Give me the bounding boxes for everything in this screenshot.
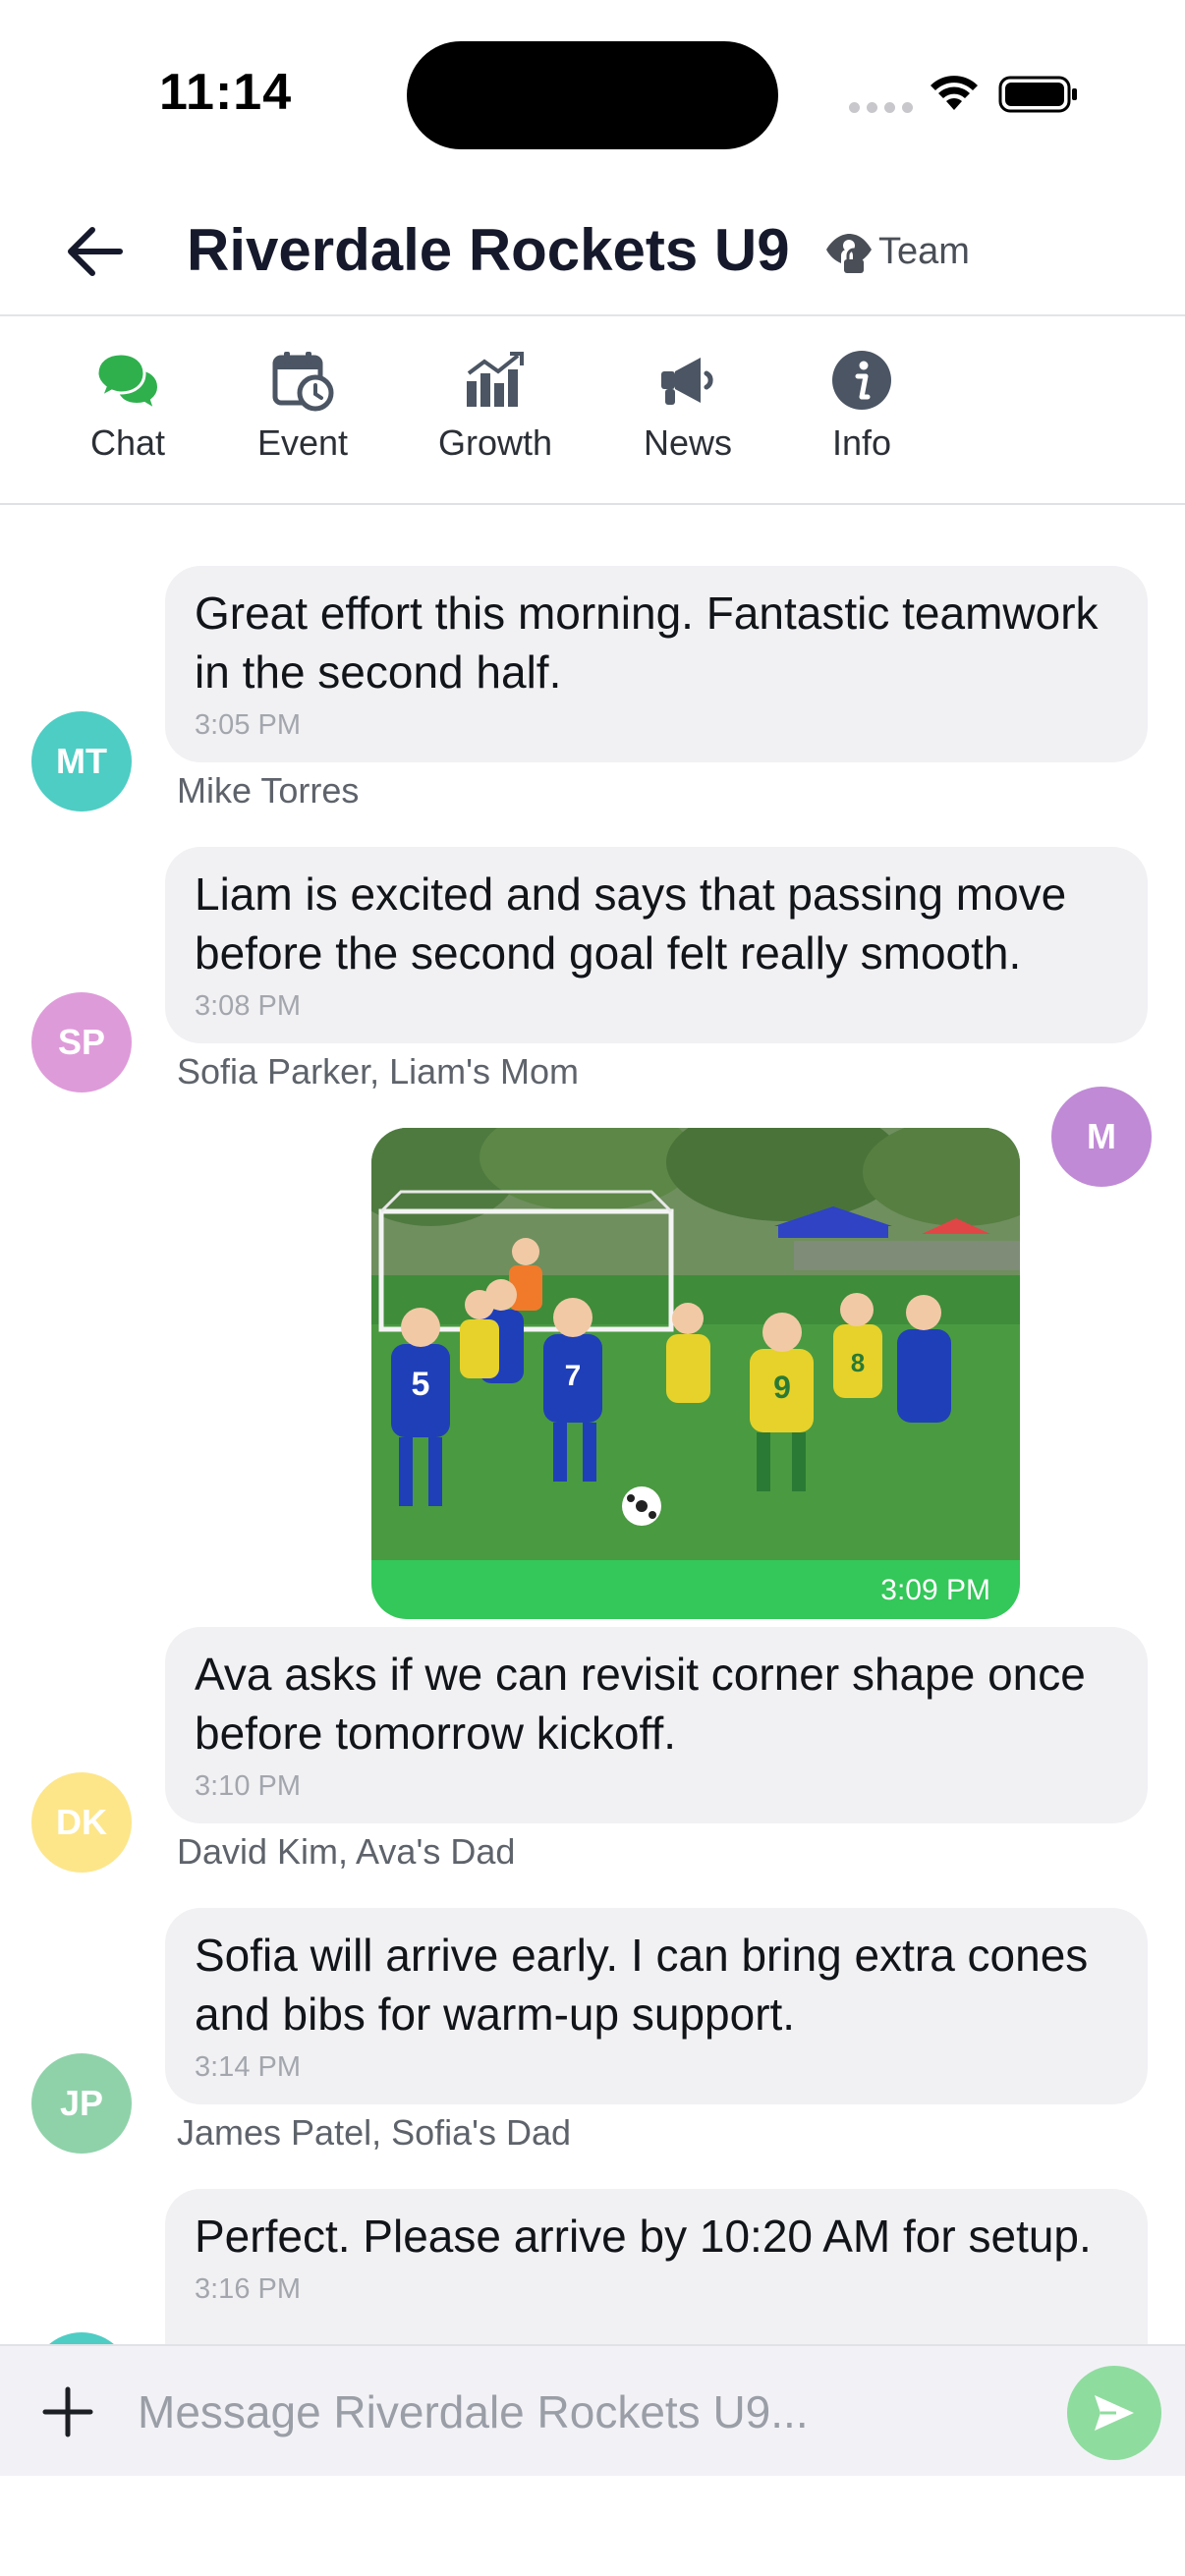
message-list[interactable]: Great effort this morning. Fantastic tea… — [0, 507, 1185, 2344]
sender-name: Sofia Parker, Liam's Mom — [177, 1051, 580, 1092]
team-label: Team — [878, 230, 970, 272]
tab-event[interactable]: Event — [244, 348, 362, 464]
avatar[interactable]: MT — [31, 711, 132, 812]
photo-message-bubble[interactable]: 5 7 9 8 3:09 PM — [371, 1128, 1020, 1619]
tab-news[interactable]: News — [629, 348, 747, 464]
avatar-initials: M — [1087, 1116, 1116, 1156]
team-privacy-badge: Team — [823, 228, 970, 275]
signal-icon — [849, 102, 913, 113]
avatar[interactable]: M — [1051, 1087, 1152, 1187]
bar-chart-icon — [467, 352, 524, 407]
info-icon — [832, 351, 891, 410]
message-input[interactable] — [138, 2370, 1022, 2454]
avatar[interactable]: DK — [31, 1772, 132, 1873]
message-bubble[interactable]: Great effort this morning. Fantastic tea… — [165, 566, 1148, 762]
tab-chat[interactable]: Chat — [71, 348, 185, 464]
avatar[interactable]: MT — [31, 2332, 132, 2344]
tab-info[interactable]: Info — [808, 348, 916, 464]
message-text: Ava asks if we can revisit corner shape … — [195, 1649, 1086, 1759]
status-bar: 11:14 — [0, 0, 1185, 187]
tab-growth[interactable]: Growth — [424, 348, 566, 464]
dynamic-island — [407, 41, 778, 149]
jersey-number: 8 — [851, 1348, 865, 1377]
chat-header: Riverdale Rockets U9 Team — [0, 187, 1185, 316]
avatar-initials: SP — [57, 1022, 106, 1062]
message-bubble[interactable]: Liam is excited and says that passing mo… — [165, 847, 1148, 1043]
tab-label: Growth — [437, 422, 553, 463]
jersey-number: 5 — [412, 1366, 430, 1403]
message-composer — [0, 2344, 1185, 2476]
eye-lock-icon — [826, 234, 872, 273]
back-arrow-icon[interactable] — [63, 222, 126, 281]
message-text: Sofia will arrive early. I can bring ext… — [195, 1930, 1089, 2040]
avatar-initials: DK — [56, 1802, 107, 1842]
message-time: 3:14 PM — [195, 2051, 301, 2083]
avatar[interactable]: SP — [31, 992, 132, 1092]
status-time: 11:14 — [159, 64, 293, 121]
tab-label: Event — [256, 422, 349, 463]
tab-label: Chat — [89, 422, 166, 463]
chat-icon — [95, 352, 160, 412]
section-tabs: Chat Event Growth News Info — [0, 318, 1185, 505]
message-time: 3:16 PM — [195, 2273, 301, 2305]
message-text: Perfect. Please arrive by 10:20 AM for s… — [195, 2211, 1092, 2262]
message-bubble[interactable]: Ava asks if we can revisit corner shape … — [165, 1627, 1148, 1823]
chat-title: Riverdale Rockets U9 — [187, 217, 790, 283]
tab-label: News — [643, 422, 733, 463]
message-bubble[interactable]: Sofia will arrive early. I can bring ext… — [165, 1908, 1148, 2104]
message-text: Liam is excited and says that passing mo… — [195, 868, 1067, 979]
calendar-clock-icon — [272, 352, 334, 412]
battery-icon — [998, 76, 1077, 113]
message-time: 3:05 PM — [195, 709, 301, 741]
home-indicator-area — [0, 2476, 1185, 2576]
send-button[interactable] — [1067, 2366, 1161, 2460]
jersey-number: 7 — [565, 1360, 582, 1392]
tab-label: Info — [831, 422, 892, 463]
megaphone-icon — [661, 358, 713, 405]
avatar-initials: JP — [59, 2083, 104, 2123]
avatar-initials: MT — [56, 741, 107, 781]
message-text: Great effort this morning. Fantastic tea… — [195, 588, 1099, 698]
wifi-icon — [931, 76, 978, 110]
sender-name: James Patel, Sofia's Dad — [177, 2112, 572, 2153]
plus-icon[interactable] — [37, 2381, 98, 2442]
message-time: 3:09 PM — [880, 1574, 990, 1606]
sender-name: David Kim, Ava's Dad — [177, 1831, 516, 1872]
message-time: 3:08 PM — [195, 990, 301, 1022]
sender-name: Mike Torres — [177, 770, 360, 811]
jersey-number: 9 — [773, 1370, 791, 1405]
message-time: 3:10 PM — [195, 1770, 301, 1802]
chat-screen: 11:14 Riverdale Rockets U9 Team Chat Eve… — [0, 0, 1185, 2576]
avatar[interactable]: JP — [31, 2053, 132, 2154]
send-icon — [1095, 2395, 1134, 2431]
soccer-match-photo[interactable]: 5 7 9 8 — [371, 1128, 1020, 1560]
message-bubble[interactable]: Perfect. Please arrive by 10:20 AM for s… — [165, 2189, 1148, 2344]
